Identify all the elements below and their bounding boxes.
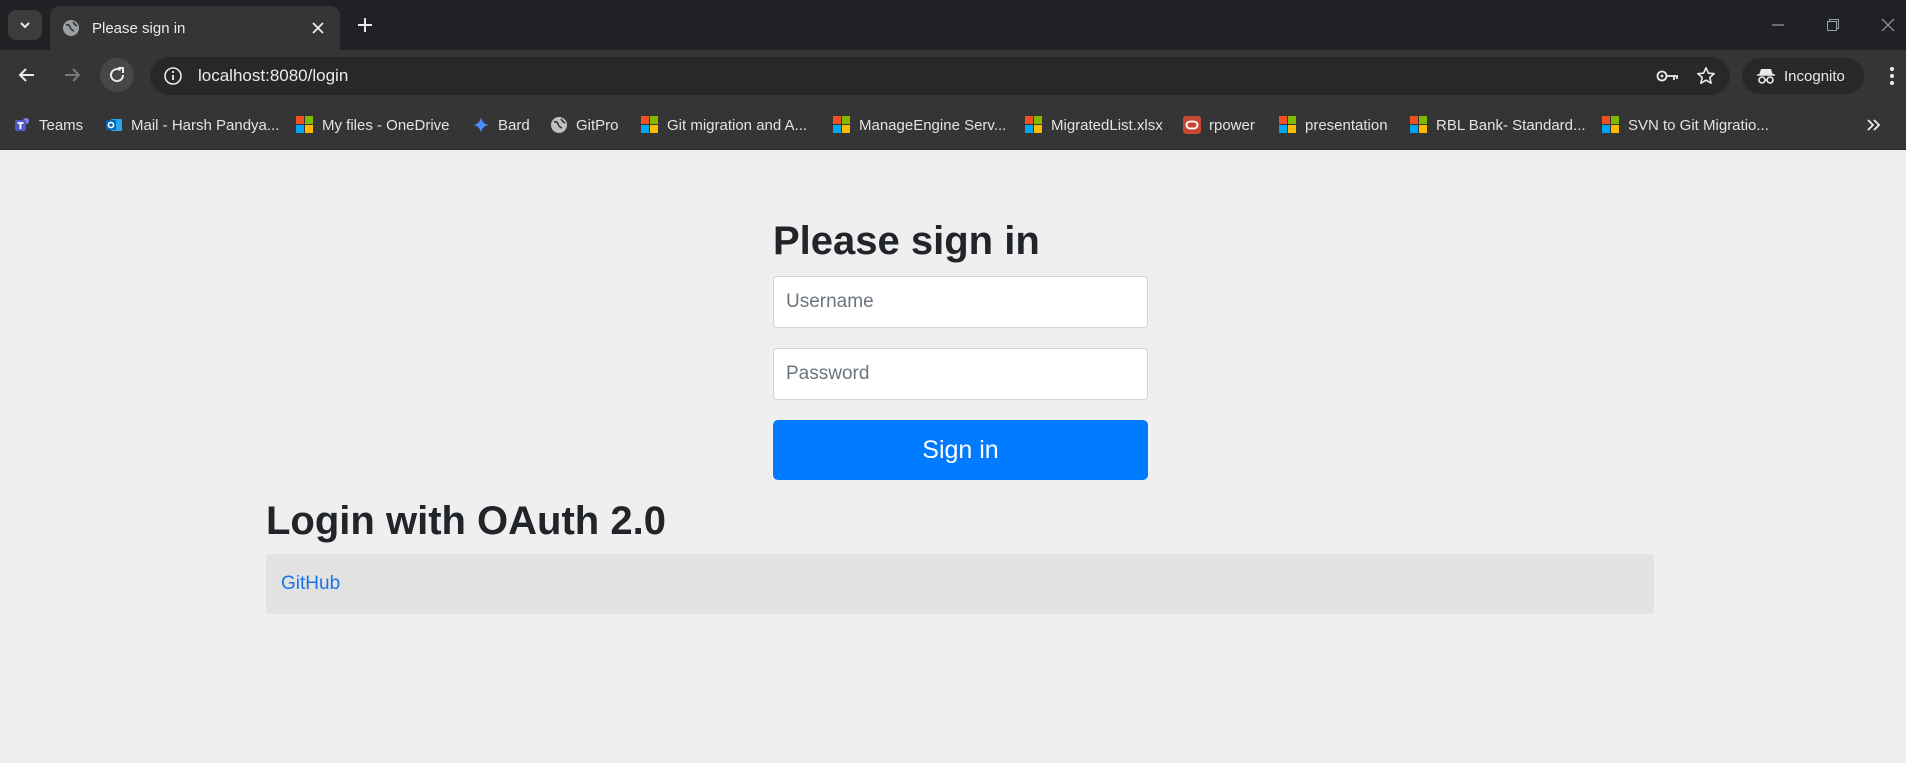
page-title: Please sign in (773, 219, 1040, 263)
bard-sparkle-icon (473, 117, 489, 133)
more-bookmarks-button[interactable] (1862, 114, 1886, 136)
bookmark-rpower[interactable]: rpower (1183, 114, 1255, 136)
bookmark-teams[interactable]: Teams (13, 114, 83, 136)
sign-in-button[interactable]: Sign in (773, 420, 1148, 480)
chevron-down-icon (20, 22, 30, 29)
close-icon (312, 22, 324, 34)
minimize-button[interactable] (1765, 12, 1791, 38)
bookmark-onedrive[interactable]: My files - OneDrive (296, 114, 450, 136)
oauth-provider-row: GitHub (266, 554, 1654, 614)
bookmark-mail[interactable]: Mail - Harsh Pandya... (105, 114, 279, 136)
bookmark-label: MigratedList.xlsx (1051, 116, 1163, 134)
minimize-icon (1772, 24, 1784, 26)
star-icon (1697, 67, 1715, 84)
close-window-button[interactable] (1875, 12, 1901, 38)
bookmark-git-migration[interactable]: Git migration and A... (641, 114, 807, 136)
bookmark-label: GitPro (576, 116, 619, 134)
microsoft-icon (641, 116, 659, 134)
bookmark-label: Bard (498, 116, 530, 134)
bookmark-svn-to-git[interactable]: SVN to Git Migratio... (1602, 114, 1769, 136)
bookmark-presentation[interactable]: presentation (1279, 114, 1388, 136)
github-login-link[interactable]: GitHub (281, 573, 340, 595)
microsoft-icon (1279, 116, 1297, 134)
bookmark-star-button[interactable] (1692, 62, 1720, 90)
oracle-icon (1183, 116, 1201, 134)
bookmark-rbl-bank[interactable]: RBL Bank- Standard... (1410, 114, 1586, 136)
tab-title: Please sign in (92, 19, 186, 37)
teams-icon (15, 118, 29, 131)
bookmark-label: My files - OneDrive (322, 116, 450, 134)
restore-icon (1827, 19, 1839, 31)
globe-icon (551, 117, 567, 133)
reload-button[interactable] (100, 58, 134, 92)
back-button[interactable] (10, 58, 44, 92)
double-chevron-right-icon (1867, 119, 1881, 131)
more-vert-icon (1890, 67, 1894, 85)
arrow-left-icon (18, 68, 34, 82)
active-tab[interactable]: Please sign in (50, 6, 340, 50)
tab-close-button[interactable] (306, 16, 330, 40)
bookmark-label: RBL Bank- Standard... (1436, 116, 1586, 134)
microsoft-icon (1025, 116, 1043, 134)
bookmark-label: ManageEngine Serv... (859, 116, 1007, 134)
bookmark-manageengine[interactable]: ManageEngine Serv... (833, 114, 1006, 136)
microsoft-icon (1602, 116, 1620, 134)
key-icon (1656, 70, 1678, 82)
bookmarks-bar: Teams Mail - Harsh Pandya... My files - … (0, 100, 1906, 150)
plus-icon (358, 18, 372, 32)
bookmark-label: Mail - Harsh Pandya... (131, 116, 280, 134)
restore-button[interactable] (1820, 12, 1846, 38)
address-url[interactable]: localhost:8080/login (198, 66, 1654, 86)
username-input[interactable] (773, 276, 1148, 328)
bookmark-gitpro[interactable]: GitPro (550, 114, 619, 136)
bookmark-label: Teams (39, 116, 84, 134)
page-content: Please sign in Sign in Login with OAuth … (0, 151, 1906, 763)
arrow-right-icon (65, 68, 81, 82)
new-tab-button[interactable] (352, 12, 378, 38)
bookmark-migratedlist[interactable]: MigratedList.xlsx (1025, 114, 1163, 136)
bookmark-bard[interactable]: Bard (472, 114, 530, 136)
tab-search-button[interactable] (8, 10, 42, 40)
bookmark-label: rpower (1209, 116, 1255, 134)
bookmark-label: Git migration and A... (667, 116, 808, 134)
incognito-icon (1757, 69, 1775, 84)
microsoft-icon (296, 116, 314, 134)
close-icon (1881, 18, 1895, 32)
outlook-icon (106, 119, 122, 131)
password-input[interactable] (773, 348, 1148, 400)
bookmark-label: SVN to Git Migratio... (1628, 116, 1769, 134)
browser-toolbar: localhost:8080/login Incognito (0, 50, 1906, 100)
password-key-button[interactable] (1654, 62, 1682, 90)
incognito-indicator[interactable]: Incognito (1742, 58, 1864, 94)
globe-icon (63, 20, 79, 36)
bookmark-label: presentation (1305, 116, 1388, 134)
site-info-icon[interactable] (162, 65, 184, 87)
microsoft-icon (833, 116, 851, 134)
incognito-label: Incognito (1784, 67, 1845, 85)
microsoft-icon (1410, 116, 1428, 134)
forward-button[interactable] (55, 58, 89, 92)
reload-icon (110, 67, 125, 83)
tab-strip: Please sign in (0, 0, 1906, 50)
oauth-title: Login with OAuth 2.0 (266, 499, 666, 543)
address-bar[interactable]: localhost:8080/login (150, 57, 1730, 95)
browser-menu-button[interactable] (1880, 62, 1904, 90)
